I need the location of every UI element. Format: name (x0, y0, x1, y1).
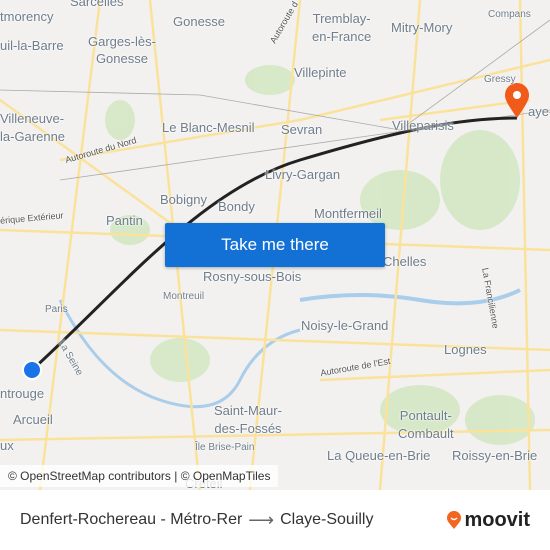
map-label: Mitry-Mory (391, 20, 453, 35)
map-label: Arcueil (13, 412, 53, 427)
route-summary: Denfert-Rochereau - Métro-Rer ⟶ Claye-So… (20, 510, 373, 531)
brand-name: moovit (464, 508, 530, 531)
map-label: Sarcelles (70, 0, 124, 9)
map-label: La Queue-en-Brie (327, 448, 431, 463)
origin-name: Denfert-Rochereau - Métro-Rer (20, 511, 243, 528)
map[interactable]: Sarcelles tmorency Gonesse Tremblay- en-… (0, 0, 550, 490)
destination-name: Claye-Souilly (280, 511, 374, 528)
map-label: Garges-lès- Gonesse (88, 34, 156, 66)
map-label: Rosny-sous-Bois (203, 269, 302, 284)
map-label: Roissy-en-Brie (452, 448, 538, 463)
map-attribution[interactable]: © OpenStreetMap contributors | © OpenMap… (0, 465, 279, 487)
map-label: Bondy (218, 199, 255, 214)
map-label: Saint-Maur- des-Fossés (214, 403, 282, 436)
map-label: ux (0, 438, 14, 453)
map-label: Bobigny (160, 192, 207, 207)
map-label: Île Brise-Pain (195, 442, 255, 453)
map-label: Villeparisis (392, 118, 454, 133)
map-label: ntrouge (0, 386, 45, 401)
map-label: Paris (45, 304, 68, 315)
map-label: Tremblay- en-France (312, 11, 372, 44)
map-label: Chelles (383, 254, 427, 269)
map-label: uil-la-Barre (0, 38, 64, 53)
map-label: Lognes (444, 342, 487, 357)
map-label: Montreuil (163, 291, 205, 302)
footer: Denfert-Rochereau - Métro-Rer ⟶ Claye-So… (0, 490, 550, 550)
origin-marker (22, 360, 42, 380)
map-label: tmorency (0, 9, 54, 24)
map-label: Noisy-le-Grand (301, 318, 389, 333)
map-label: Livry-Gargan (265, 167, 341, 182)
map-label: aye-S (528, 104, 550, 119)
take-me-there-button[interactable]: Take me there (165, 223, 385, 267)
map-label: Pantin (106, 213, 143, 228)
map-label: Villeneuve- la-Garenne (0, 111, 66, 144)
moovit-logo[interactable]: moovit (446, 509, 530, 532)
map-label: Villepinte (294, 65, 347, 80)
map-label: Montfermeil (314, 206, 382, 221)
map-label: Gressy (484, 74, 516, 85)
map-label: Compans (488, 9, 531, 20)
moovit-pin-icon (447, 511, 462, 529)
map-label: Le Blanc-Mesnil (162, 120, 255, 135)
map-label: Gonesse (173, 14, 226, 29)
destination-marker (505, 83, 529, 118)
map-label: Sevran (281, 122, 323, 137)
arrow-right-icon: ⟶ (248, 509, 275, 530)
map-label: Pontault- Combault (398, 408, 454, 441)
